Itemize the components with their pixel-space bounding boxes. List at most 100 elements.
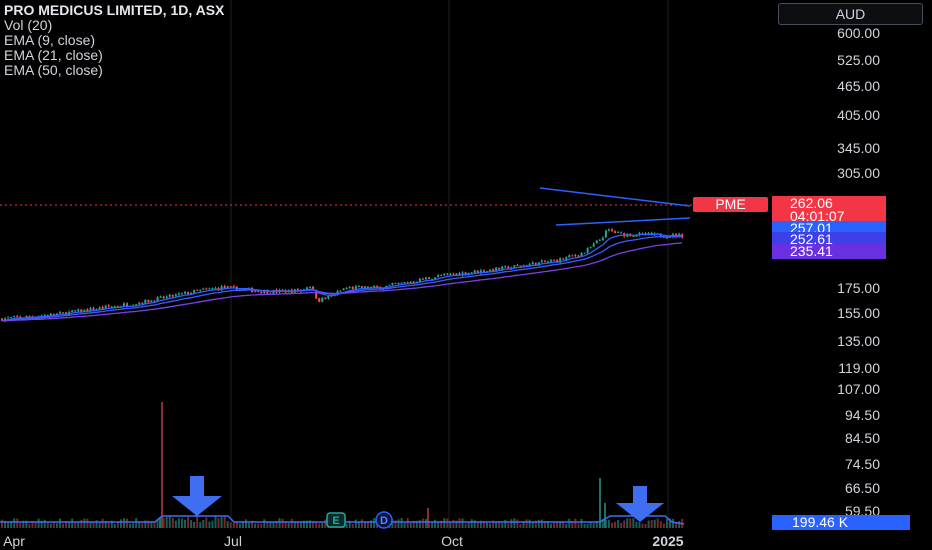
candle-body	[196, 289, 199, 291]
volume-bar	[190, 520, 193, 528]
candle-body	[388, 284, 391, 286]
time-axis[interactable]: Apr Jul Oct 2025	[3, 533, 684, 549]
volume-bar	[421, 518, 424, 528]
volume-bar	[510, 519, 513, 528]
volume-bar	[644, 523, 647, 528]
ema50-tag: 235.41	[772, 244, 886, 259]
volume-bar	[254, 523, 257, 528]
volume-bar	[299, 522, 302, 528]
volume-bar	[177, 518, 180, 528]
volume-bar	[217, 518, 220, 528]
volume-bar	[62, 523, 64, 528]
volume-bar-spike	[427, 508, 429, 528]
volume-bar	[101, 518, 104, 528]
price-axis[interactable]: 600.00 525.00 465.00 405.00 345.00 305.00 175.…	[837, 25, 880, 519]
volume-bar	[55, 523, 58, 528]
candle-body	[98, 307, 101, 310]
volume-bar	[656, 518, 659, 528]
volume-bar	[431, 522, 434, 528]
candle-body	[260, 291, 263, 293]
candle-body	[327, 296, 330, 299]
indicator-ema50[interactable]: EMA (50, close)	[4, 63, 224, 78]
candle-body	[421, 278, 424, 280]
volume-bar	[235, 522, 238, 528]
volume-bar	[565, 523, 568, 528]
price-tick-label: 155.00	[837, 305, 880, 321]
volume-bar	[434, 519, 437, 528]
volume-bar-spike	[604, 503, 606, 528]
candle-body	[601, 237, 604, 240]
volume-bar	[214, 516, 217, 528]
volume-bar	[446, 518, 449, 528]
candle-body	[92, 307, 95, 311]
volume-bar	[74, 522, 77, 528]
volume-bar	[629, 518, 632, 528]
price-tick-label: 135.00	[837, 333, 880, 349]
candle-body	[62, 312, 64, 314]
volume-bar	[202, 520, 205, 528]
volume-bar	[540, 519, 543, 528]
indicator-ema9[interactable]: EMA (9, close)	[4, 33, 224, 48]
candle-body	[357, 286, 360, 288]
volume-bar	[409, 522, 412, 528]
volume-bar	[180, 518, 183, 528]
indicator-volume[interactable]: Vol (20)	[4, 18, 224, 33]
candle-body	[257, 291, 260, 293]
candle-body	[498, 267, 501, 270]
volume-bar	[248, 522, 251, 528]
volume-bar	[205, 517, 208, 528]
candle-body	[443, 273, 446, 276]
volume-bar	[229, 522, 232, 528]
volume-bar	[476, 522, 479, 528]
candle-body	[397, 282, 400, 285]
volume-bar	[400, 518, 403, 528]
volume-bar	[443, 518, 446, 528]
volume-bar	[260, 523, 263, 528]
price-tick-label: 600.00	[837, 25, 880, 41]
volume-bar	[504, 519, 507, 528]
volume-bar	[16, 518, 19, 528]
volume-bar	[638, 521, 641, 528]
volume-bar	[208, 521, 211, 528]
volume-bar	[464, 523, 467, 528]
price-chart[interactable]: E D 600.00 525.00 465.00 405.00 345.00 305.00…	[0, 0, 932, 550]
price-tick-label: 345.00	[837, 140, 880, 156]
candle-body	[342, 288, 345, 291]
candle-body	[437, 275, 440, 278]
candle-body	[641, 232, 644, 234]
candle-body	[400, 282, 403, 284]
volume-bar	[119, 519, 122, 528]
indicator-ema21[interactable]: EMA (21, close)	[4, 48, 224, 63]
volume-bar	[501, 523, 504, 528]
volume-bar	[489, 523, 491, 528]
volume-bar	[165, 516, 168, 528]
lower-trendline	[555, 217, 691, 226]
volume-bar	[653, 519, 656, 528]
volume-bar	[28, 523, 31, 528]
currency-button[interactable]: AUD	[778, 3, 923, 25]
volume-bar	[184, 519, 186, 528]
price-tick-label: 305.00	[837, 165, 880, 181]
price-tick-label: 525.00	[837, 52, 880, 68]
candle-body	[28, 315, 31, 317]
candle-body	[583, 252, 586, 254]
candle-body	[229, 286, 232, 288]
candle-body	[598, 239, 601, 241]
volume-bar	[238, 523, 241, 528]
volume-bar	[632, 518, 635, 528]
volume-bars	[0, 402, 685, 528]
candle-body	[611, 229, 613, 232]
symbol-title[interactable]: PRO MEDICUS LIMITED, 1D, ASX	[4, 3, 224, 18]
candle-body	[568, 255, 571, 258]
candle-body	[159, 296, 162, 298]
volume-bar	[360, 519, 363, 528]
volume-bar	[406, 518, 409, 528]
volume-bar	[80, 519, 83, 528]
candle-body	[373, 285, 376, 287]
volume-bar	[586, 523, 589, 528]
volume-bar	[467, 522, 470, 528]
volume-bar-spike	[599, 478, 601, 528]
volume-bar	[223, 516, 226, 528]
volume-bar	[211, 520, 214, 528]
candle-body	[531, 262, 534, 265]
